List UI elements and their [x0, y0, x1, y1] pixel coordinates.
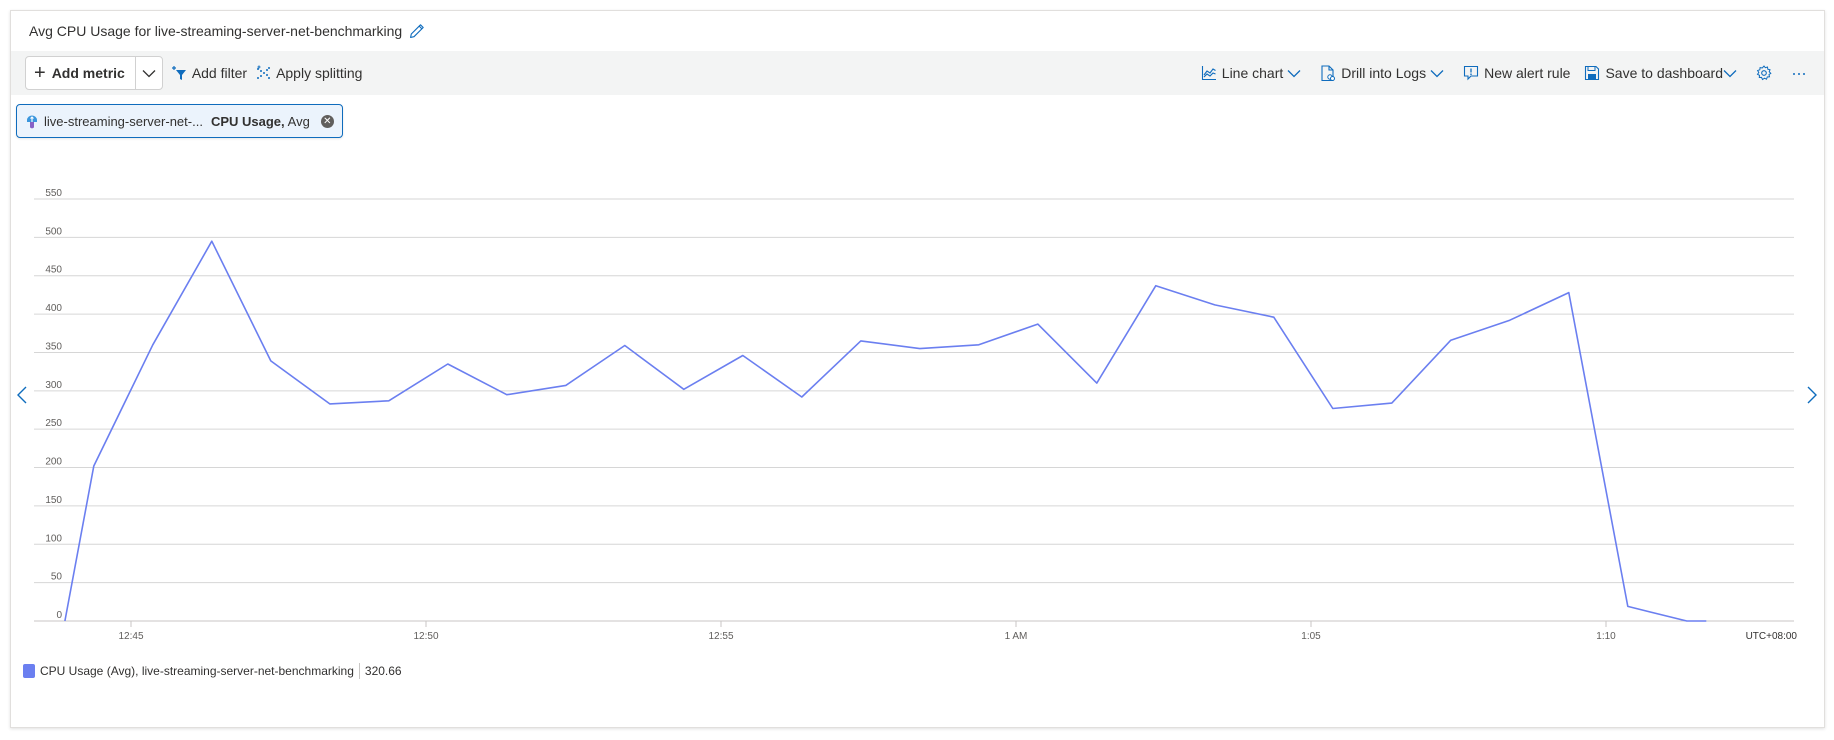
x-tick-label: 1:10	[1596, 631, 1616, 642]
y-tick-label: 350	[45, 341, 62, 352]
y-tick-label: 250	[45, 418, 62, 429]
y-tick-label: 0	[56, 610, 62, 621]
x-tick-label: 1 AM	[1005, 631, 1028, 642]
legend-label: CPU Usage (Avg), live-streaming-server-n…	[40, 664, 354, 678]
y-tick-label: 400	[45, 303, 62, 314]
legend-swatch	[23, 664, 35, 678]
timezone-label: UTC+08:00	[1746, 631, 1798, 642]
y-tick-label: 500	[45, 226, 62, 237]
x-tick-label: 1:05	[1301, 631, 1321, 642]
x-tick-label: 12:50	[413, 631, 438, 642]
y-tick-label: 550	[45, 188, 62, 199]
legend-value: 320.66	[364, 664, 402, 678]
y-tick-label: 300	[45, 380, 62, 391]
y-tick-label: 450	[45, 265, 62, 276]
y-tick-label: 100	[45, 533, 62, 544]
line-chart: 0 50 100 150 200 250 300 350 400 450 500 550 12:45 1…	[34, 188, 1798, 642]
y-tick-label: 200	[45, 457, 62, 468]
x-tick-label: 12:45	[118, 631, 143, 642]
y-tick-label: 150	[45, 495, 62, 506]
chart-legend[interactable]: CPU Usage (Avg), live-streaming-server-n…	[23, 663, 402, 679]
y-tick-label: 50	[51, 572, 63, 583]
x-tick-label: 12:55	[708, 631, 733, 642]
legend-separator	[358, 663, 360, 679]
series-line-cpu-usage	[64, 240, 1707, 622]
